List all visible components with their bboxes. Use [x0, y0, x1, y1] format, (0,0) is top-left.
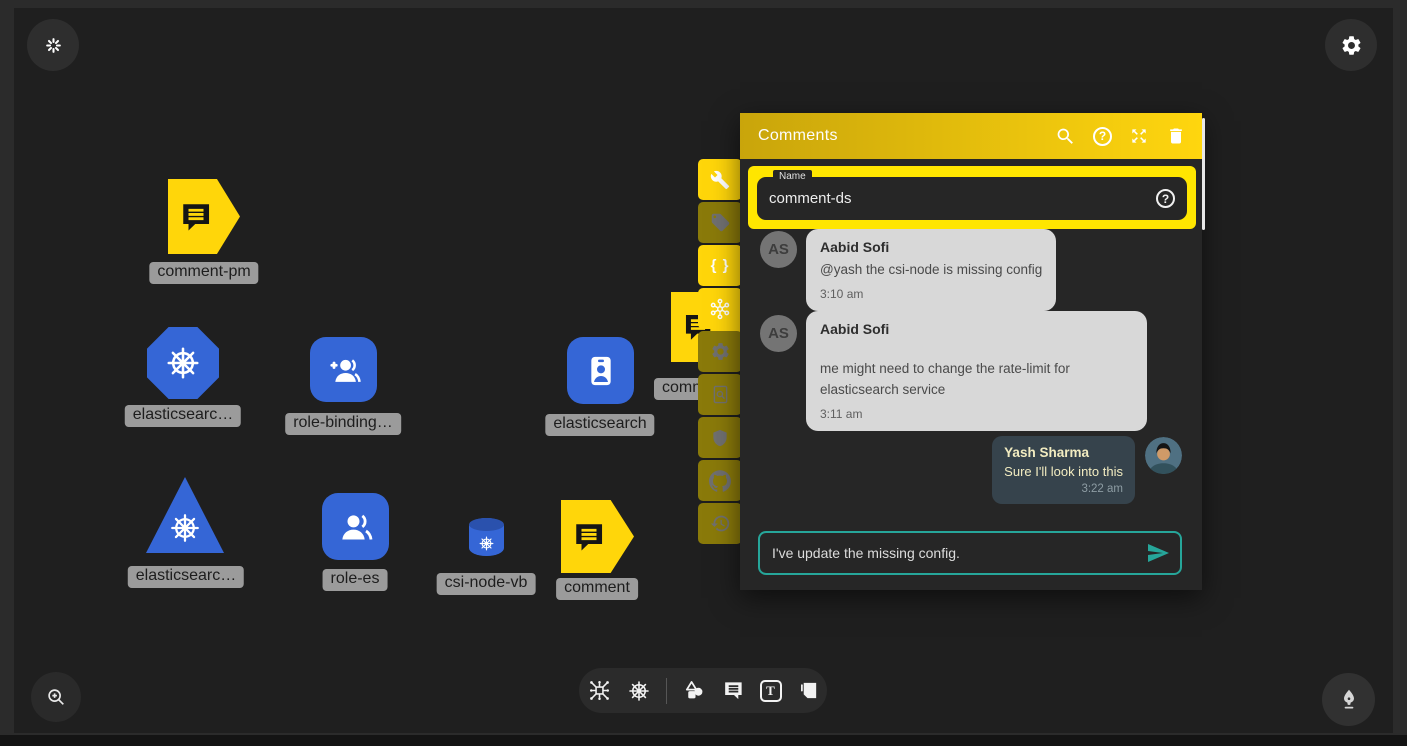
comment-icon: [178, 199, 214, 235]
toolbar-wrench[interactable]: [698, 159, 742, 200]
kubernetes-icon[interactable]: [627, 679, 651, 703]
trash-icon[interactable]: [1166, 126, 1186, 146]
panel-scrollbar[interactable]: [1202, 118, 1205, 230]
toolbar-settings[interactable]: [698, 331, 742, 372]
wrench-icon: [710, 170, 730, 190]
chat-input-row: [758, 531, 1182, 575]
tag-icon: [710, 212, 731, 233]
node-label: role-es: [323, 569, 388, 591]
toolbar-shield[interactable]: [698, 417, 742, 458]
message-author: Yash Sharma: [1004, 445, 1123, 460]
node-label: comment: [556, 578, 638, 600]
bottom-toolbar: T: [579, 668, 827, 713]
note-icon[interactable]: [797, 679, 820, 702]
comments-panel-header[interactable]: Comments ?: [740, 113, 1202, 159]
shapes-icon[interactable]: [682, 678, 707, 703]
node-elasticsearch-serviceaccount[interactable]: [567, 337, 634, 404]
toolbar-mesh[interactable]: [698, 288, 742, 329]
avatar: [1145, 437, 1182, 474]
message-time: 3:11 am: [820, 407, 1133, 421]
node-role-es[interactable]: [322, 493, 389, 560]
chat-message: Aabid Sofi me might need to change the r…: [806, 311, 1147, 431]
settings-button[interactable]: [1325, 19, 1377, 71]
id-badge-icon: [581, 351, 621, 391]
node-label: csi-node-vb: [437, 573, 536, 595]
text-icon[interactable]: T: [760, 680, 782, 702]
users-icon: [336, 507, 376, 547]
expand-icon[interactable]: [1129, 126, 1149, 146]
comment-icon: [571, 519, 607, 555]
kubernetes-icon: [478, 535, 495, 552]
github-icon: [709, 470, 731, 492]
name-field-section: Name ?: [748, 166, 1196, 229]
user-plus-icon: [325, 351, 363, 389]
message-text: @yash the csi-node is missing config: [820, 260, 1042, 281]
chat-message: Aabid Sofi @yash the csi-node is missing…: [806, 229, 1056, 311]
send-icon[interactable]: [1146, 541, 1170, 565]
message-author: Aabid Sofi: [820, 321, 1133, 337]
toolbar-divider: [666, 678, 667, 704]
mesh-hub-icon: [708, 297, 732, 321]
node-comment[interactable]: [561, 500, 634, 573]
node-label: role-binding…: [285, 413, 401, 435]
gear-icon: [710, 341, 731, 362]
message-time: 3:22 am: [1004, 483, 1123, 495]
comment-icon[interactable]: [722, 679, 745, 702]
kubernetes-icon: [168, 511, 202, 545]
node-label: elasticsearch: [545, 414, 654, 436]
message-text: Sure I'll look into this: [1004, 464, 1123, 479]
chat-message: Yash Sharma Sure I'll look into this 3:2…: [992, 436, 1135, 504]
pen-icon: [1336, 687, 1362, 713]
flower-icon: [44, 36, 63, 55]
message-text: me might need to change the rate-limit f…: [820, 359, 1133, 401]
gear-icon: [1340, 34, 1363, 57]
file-search-icon: [710, 384, 731, 405]
shield-icon: [710, 428, 730, 448]
toolbar-history[interactable]: [698, 503, 742, 544]
graph-icon[interactable]: [587, 678, 612, 703]
avatar: AS: [760, 315, 797, 352]
zoom-button[interactable]: [31, 672, 81, 722]
zoom-in-icon: [45, 686, 67, 708]
context-toolbar: { }: [698, 159, 742, 546]
name-input[interactable]: [769, 190, 1156, 207]
node-comment-pm[interactable]: [168, 179, 240, 254]
panel-title: Comments: [758, 127, 1055, 145]
search-icon[interactable]: [1055, 126, 1076, 147]
toolbar-tag[interactable]: [698, 202, 742, 243]
history-icon: [710, 513, 731, 534]
pen-tool-button[interactable]: [1322, 673, 1375, 726]
message-author: Aabid Sofi: [820, 239, 1042, 255]
message-time: 3:10 am: [820, 287, 1042, 301]
node-csi-node-vb[interactable]: [469, 518, 504, 556]
avatar: AS: [760, 231, 797, 268]
help-icon[interactable]: ?: [1093, 127, 1112, 146]
app-window: comment-pm elasticsearc… role-binding… e…: [0, 0, 1407, 746]
node-elasticsearch-daemonset[interactable]: [147, 327, 219, 399]
app-logo-button[interactable]: [27, 19, 79, 71]
node-elasticsearch-statefulset[interactable]: [146, 477, 224, 553]
comments-panel: Comments ? Name ? AS Aabid Sofi @yash th…: [740, 113, 1202, 590]
braces-icon: { }: [711, 257, 730, 274]
toolbar-doc-search[interactable]: [698, 374, 742, 415]
help-icon[interactable]: ?: [1156, 189, 1175, 208]
node-role-binding[interactable]: [310, 337, 377, 402]
toolbar-braces[interactable]: { }: [698, 245, 742, 286]
node-label: comment-pm: [149, 262, 258, 284]
toolbar-github[interactable]: [698, 460, 742, 501]
node-label: elasticsearc…: [125, 405, 241, 427]
node-label: elasticsearc…: [128, 566, 244, 588]
name-field-label: Name: [773, 170, 812, 184]
chat-input[interactable]: [772, 545, 1146, 561]
kubernetes-icon: [164, 344, 202, 382]
